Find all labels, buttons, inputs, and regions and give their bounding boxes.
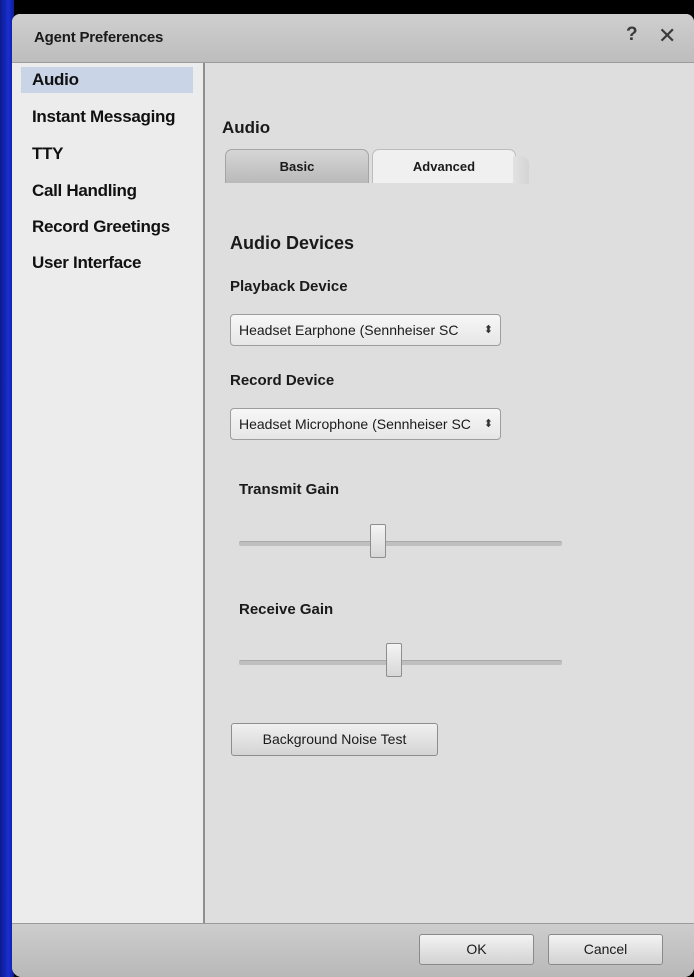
cancel-button[interactable]: Cancel	[548, 934, 663, 965]
sidebar-item-instant-messaging[interactable]: Instant Messaging	[21, 104, 193, 130]
receive-gain-slider[interactable]	[239, 643, 562, 677]
title-bar: Agent Preferences ? ✕	[12, 14, 694, 63]
agent-preferences-dialog: Agent Preferences ? ✕ Audio Instant Mess…	[12, 14, 694, 977]
playback-device-select[interactable]: Headset Earphone (Sennheiser SC ⬍	[230, 314, 501, 346]
audio-settings-panel: Audio Basic Advanced Audio Devices Playb…	[205, 63, 694, 923]
help-icon[interactable]: ?	[626, 24, 638, 46]
receive-gain-slider-handle[interactable]	[386, 643, 403, 677]
background-noise-test-button[interactable]: Background Noise Test	[231, 723, 438, 756]
transmit-gain-label: Transmit Gain	[239, 481, 340, 498]
section-title: Audio	[222, 118, 271, 137]
playback-device-label: Playback Device	[230, 278, 348, 295]
up-down-chevron-icon: ⬍	[483, 418, 493, 430]
close-icon[interactable]: ✕	[658, 23, 676, 49]
record-device-label: Record Device	[230, 372, 335, 389]
sidebar-item-tty[interactable]: TTY	[21, 141, 193, 167]
tab-basic[interactable]: Basic	[225, 149, 369, 183]
tab-advanced[interactable]: Advanced	[372, 149, 529, 184]
dialog-title: Agent Preferences	[34, 29, 164, 46]
up-down-chevron-icon: ⬍	[483, 324, 493, 336]
sidebar-item-call-handling[interactable]: Call Handling	[21, 178, 193, 204]
dialog-footer: OK Cancel	[12, 923, 694, 977]
audio-devices-heading: Audio Devices	[230, 233, 355, 253]
sidebar-item-record-greetings[interactable]: Record Greetings	[21, 214, 193, 240]
ok-button[interactable]: OK	[419, 934, 534, 965]
transmit-gain-slider-handle[interactable]	[369, 524, 386, 558]
receive-gain-label: Receive Gain	[239, 601, 334, 618]
preferences-sidebar: Audio Instant Messaging TTY Call Handlin…	[12, 63, 205, 923]
record-device-select[interactable]: Headset Microphone (Sennheiser SC ⬍	[230, 408, 501, 440]
record-device-value: Headset Microphone (Sennheiser SC	[239, 416, 471, 432]
sidebar-item-user-interface[interactable]: User Interface	[21, 250, 193, 276]
playback-device-value: Headset Earphone (Sennheiser SC	[239, 322, 459, 338]
sidebar-item-audio[interactable]: Audio	[21, 67, 193, 93]
transmit-gain-slider[interactable]	[239, 524, 562, 558]
